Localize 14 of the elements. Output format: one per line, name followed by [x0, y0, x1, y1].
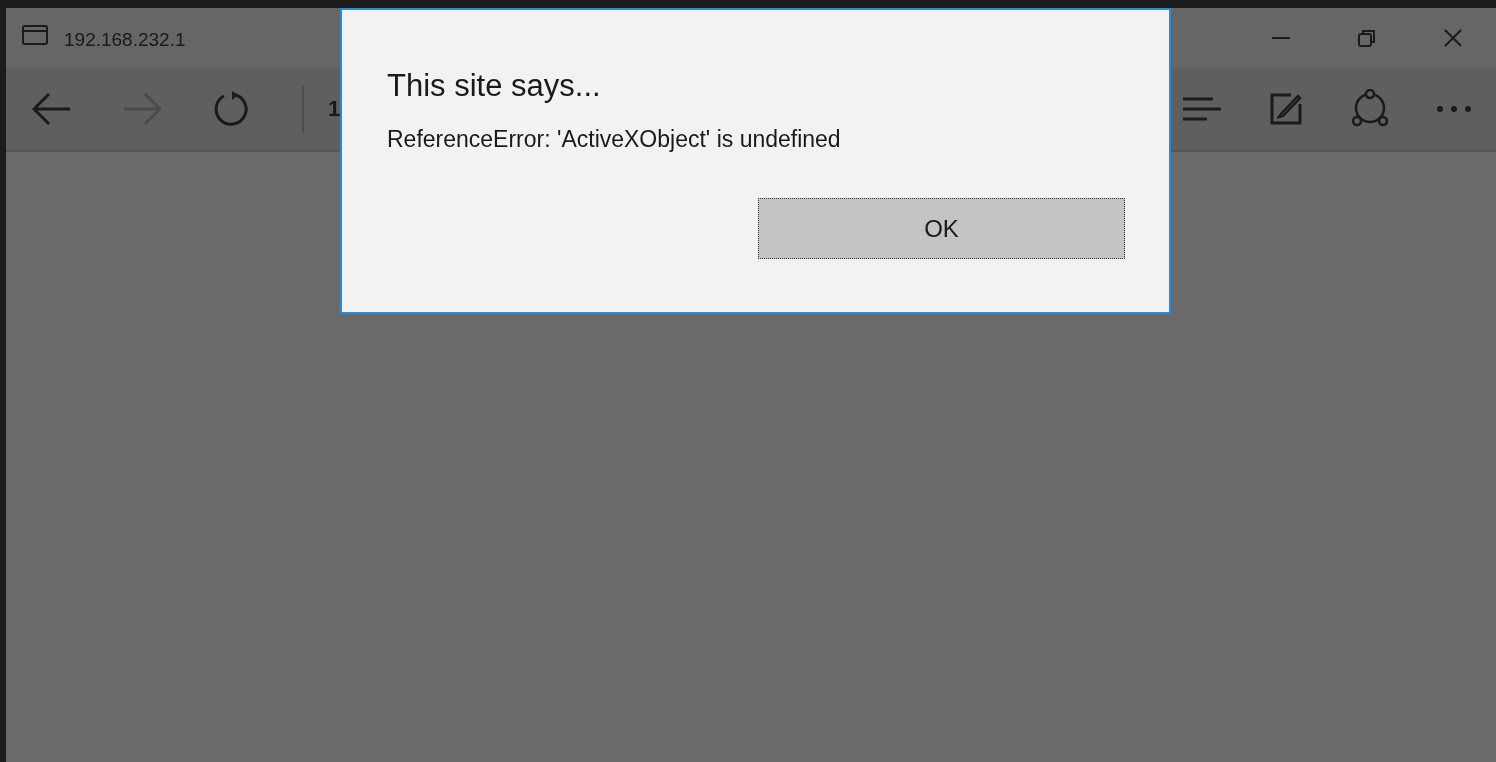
lines-icon	[1182, 96, 1222, 122]
back-arrow-icon	[32, 92, 72, 126]
dialog-title: This site says...	[387, 67, 602, 105]
refresh-icon	[212, 90, 250, 128]
window-title: 192.168.232.1	[64, 29, 186, 51]
more-icon	[1436, 105, 1472, 113]
close-icon	[1443, 28, 1463, 48]
page-icon	[22, 25, 48, 45]
restore-icon	[1357, 28, 1377, 48]
dialog-message: ReferenceError: 'ActiveXObject' is undefined	[387, 125, 842, 154]
minimize-icon	[1271, 37, 1291, 39]
ok-button[interactable]: OK	[758, 198, 1125, 259]
pen-square-icon	[1269, 92, 1303, 126]
share-icon	[1349, 89, 1391, 129]
